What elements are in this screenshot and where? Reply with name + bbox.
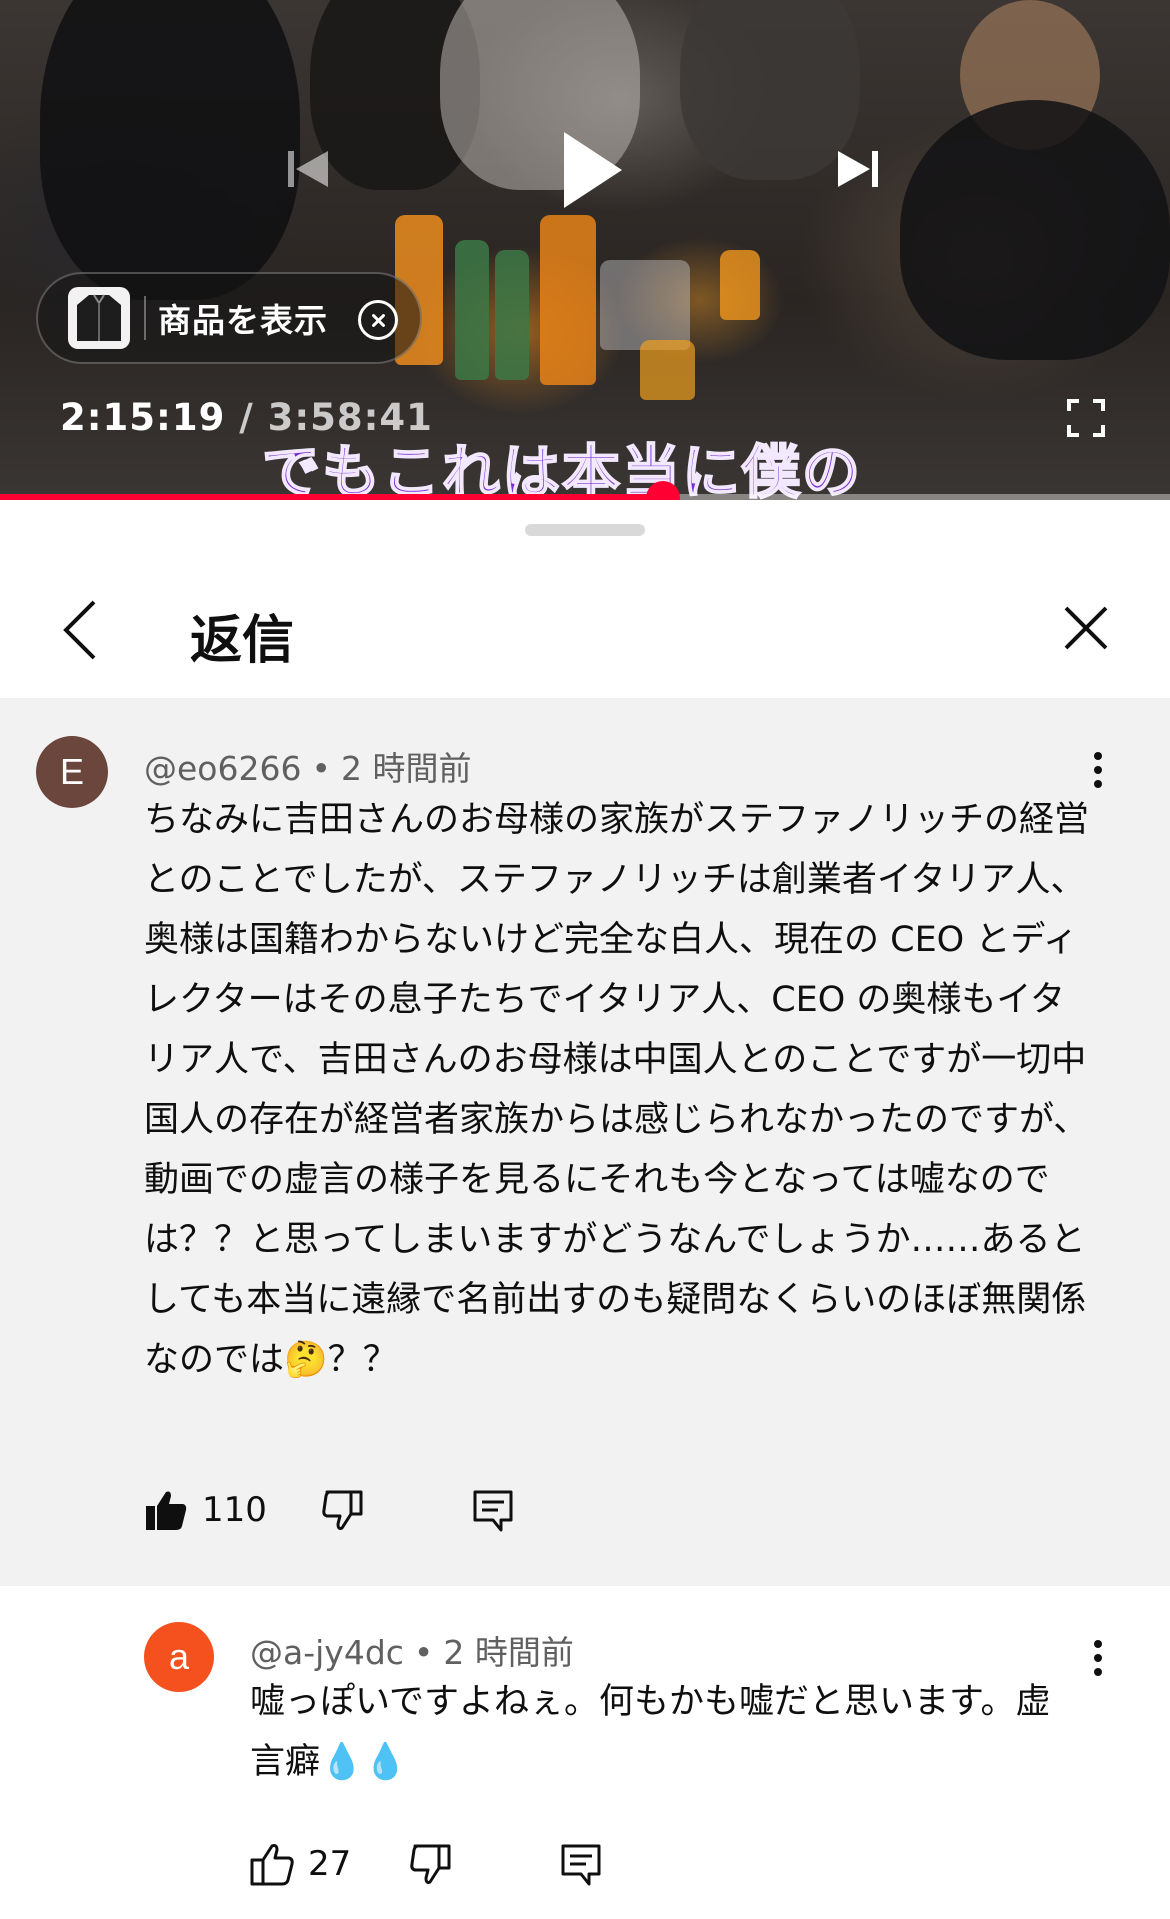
- video-frame-cans: [600, 260, 690, 350]
- comment-actions: 27: [250, 1842, 603, 1886]
- meta-dot: •: [413, 1633, 434, 1672]
- fullscreen-icon[interactable]: [1066, 398, 1106, 438]
- close-icon[interactable]: [1062, 604, 1110, 652]
- video-frame-glass: [720, 250, 760, 320]
- comment-time: 2 時間前: [340, 749, 472, 788]
- sheet-title: 返信: [190, 611, 295, 671]
- back-arrow-icon[interactable]: [60, 598, 100, 662]
- reply-icon[interactable]: [471, 1488, 515, 1532]
- jacket-thumbnail: [68, 287, 130, 349]
- like-count: 27: [308, 1844, 352, 1884]
- current-time: 2:15:19: [60, 396, 226, 439]
- video-frame-bottle: [455, 240, 489, 380]
- comment-actions: 110: [144, 1488, 515, 1532]
- like-icon[interactable]: [144, 1488, 188, 1532]
- more-vert-icon[interactable]: [1092, 1638, 1104, 1678]
- more-vert-icon[interactable]: [1092, 750, 1104, 790]
- view-products-label: 商品を表示: [158, 301, 328, 340]
- replies-sheet: 返信 E @eo6266 • 2 時間前 ちなみに吉田さんのお母様の家族がステファノ…: [0, 500, 1170, 1919]
- meta-dot: •: [311, 749, 331, 788]
- video-frame-person: [900, 100, 1170, 360]
- comment-text: ちなみに吉田さんのお母様の家族がステファノリッチの経営とのことでしたが、ステファ…: [144, 800, 1090, 1380]
- comment-meta: @eo6266 • 2 時間前: [144, 742, 471, 790]
- video-player[interactable]: 商品を表示 2:15:19 / 3:58:41 でもこれは本当に僕の: [0, 0, 1170, 500]
- dislike-icon[interactable]: [409, 1842, 453, 1886]
- like-icon[interactable]: [250, 1842, 294, 1886]
- video-frame-glass: [640, 340, 695, 400]
- video-frame-person: [40, 0, 300, 300]
- comment-text: 嘘っぽいですよねぇ。何もかも嘘だと思います。虚言癖💧💧: [250, 1682, 1051, 1782]
- avatar[interactable]: a: [144, 1622, 214, 1692]
- video-frame-person: [680, 0, 860, 180]
- close-chip-icon[interactable]: [358, 300, 398, 340]
- comment-author[interactable]: @eo6266: [144, 749, 301, 788]
- previous-icon[interactable]: [284, 147, 332, 191]
- dislike-icon[interactable]: [321, 1488, 365, 1532]
- reply-comment: a @a-jy4dc • 2 時間前 嘘っぽいですよねぇ。何もかも嘘だと思います。虚…: [0, 1586, 1170, 1919]
- view-products-chip[interactable]: 商品を表示: [36, 272, 422, 364]
- reply-icon[interactable]: [559, 1842, 603, 1886]
- video-caption: でもこれは本当に僕の: [261, 437, 863, 500]
- sheet-header: 返信: [0, 568, 1170, 698]
- parent-comment: E @eo6266 • 2 時間前 ちなみに吉田さんのお母様の家族がステファノリッチ…: [0, 698, 1170, 1586]
- comment-author[interactable]: @a-jy4dc: [250, 1633, 404, 1672]
- next-icon[interactable]: [834, 147, 882, 191]
- like-count: 110: [202, 1490, 267, 1530]
- drag-handle[interactable]: [525, 524, 645, 536]
- comment-time: 2 時間前: [443, 1633, 574, 1672]
- play-icon[interactable]: [556, 128, 626, 212]
- video-frame-bottle: [495, 250, 529, 380]
- comment-meta: @a-jy4dc • 2 時間前: [250, 1626, 574, 1674]
- chip-divider: [144, 296, 146, 340]
- avatar[interactable]: E: [36, 736, 108, 808]
- video-frame-bottle: [540, 215, 596, 385]
